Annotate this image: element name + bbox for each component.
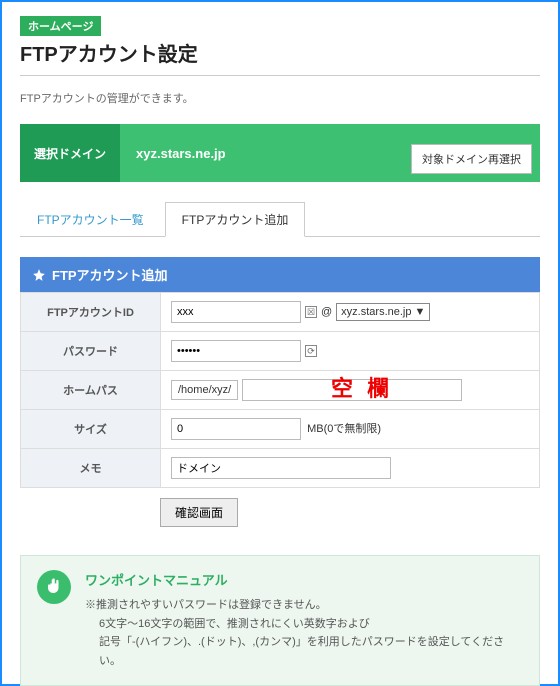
- tip-line1: ※推測されやすいパスワードは登録できません。: [85, 596, 523, 615]
- domain-dropdown[interactable]: xyz.stars.ne.jp ▼: [336, 303, 430, 321]
- field-memo: [161, 449, 540, 488]
- label-size: サイズ: [21, 410, 161, 449]
- tabs: FTPアカウント一覧 FTPアカウント追加: [20, 202, 540, 237]
- tip-line3: 記号「-(ハイフン)、.(ドット)、,(カンマ)」を利用したパスワードを設定して…: [85, 633, 523, 670]
- domain-reselect-button[interactable]: 対象ドメイン再選択: [411, 144, 532, 174]
- tab-ftp-list[interactable]: FTPアカウント一覧: [20, 202, 161, 237]
- star-icon: [32, 268, 46, 282]
- size-suffix: MB(0で無制限): [307, 423, 381, 435]
- field-size: MB(0で無制限): [161, 410, 540, 449]
- section-header: FTPアカウント追加: [20, 257, 540, 292]
- tip-box: ワンポイントマニュアル ※推測されやすいパスワードは登録できません。 6文字～1…: [20, 555, 540, 686]
- domain-value-text: xyz.stars.ne.jp: [136, 146, 226, 161]
- homepath-prefix: /home/xyz/: [171, 380, 238, 400]
- reload-icon[interactable]: ⟳: [305, 345, 317, 357]
- memo-input[interactable]: [171, 457, 391, 479]
- page-title: FTPアカウント設定: [20, 38, 540, 76]
- hand-icon: [37, 570, 71, 604]
- tab-ftp-add[interactable]: FTPアカウント追加: [165, 202, 306, 237]
- confirm-button[interactable]: 確認画面: [160, 498, 238, 527]
- page-description: FTPアカウントの管理ができます。: [20, 90, 540, 106]
- status-icon: ☒: [305, 306, 317, 318]
- field-password: ⟳: [161, 332, 540, 371]
- form-table: FTPアカウントID ☒ @ xyz.stars.ne.jp ▼ パスワード ⟳…: [20, 292, 540, 488]
- domain-value: xyz.stars.ne.jp 対象ドメイン再選択: [120, 124, 540, 182]
- domain-label: 選択ドメイン: [20, 124, 120, 182]
- button-row: 確認画面: [160, 498, 540, 527]
- password-input[interactable]: [171, 340, 301, 362]
- tip-title: ワンポイントマニュアル: [85, 570, 523, 592]
- section-header-text: FTPアカウント追加: [52, 265, 168, 284]
- at-symbol: @: [321, 306, 332, 318]
- label-password: パスワード: [21, 332, 161, 371]
- field-homepath: /home/xyz/ 空 欄: [161, 371, 540, 410]
- label-memo: メモ: [21, 449, 161, 488]
- tip-content: ワンポイントマニュアル ※推測されやすいパスワードは登録できません。 6文字～1…: [85, 570, 523, 671]
- size-input[interactable]: [171, 418, 301, 440]
- label-ftp-id: FTPアカウントID: [21, 293, 161, 332]
- label-homepath: ホームパス: [21, 371, 161, 410]
- field-ftp-id: ☒ @ xyz.stars.ne.jp ▼: [161, 293, 540, 332]
- ftp-id-input[interactable]: [171, 301, 301, 323]
- tip-line2: 6文字～16文字の範囲で、推測されにくい英数字および: [85, 615, 523, 634]
- category-badge: ホームページ: [20, 16, 101, 36]
- domain-selector: 選択ドメイン xyz.stars.ne.jp 対象ドメイン再選択: [20, 124, 540, 182]
- homepath-input[interactable]: [242, 379, 462, 401]
